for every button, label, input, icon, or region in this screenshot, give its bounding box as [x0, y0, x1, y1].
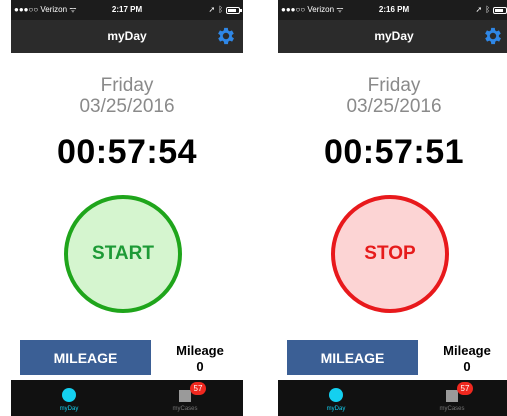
- date-label: 03/25/2016: [346, 96, 442, 117]
- tab-myday[interactable]: myDay: [278, 380, 394, 416]
- phone-screen-stop: ●●●○○ Verizon ᯤ 2:16 PM ➚ ᛒ myDay Friday…: [278, 0, 507, 416]
- nav-bar: myDay: [278, 20, 507, 53]
- mileage-button-label: MILEAGE: [53, 349, 118, 366]
- mileage-label: Mileage: [176, 343, 224, 358]
- status-indicators: ➚ ᛒ: [208, 0, 242, 20]
- mileage-button[interactable]: MILEAGE: [20, 340, 151, 375]
- location-icon: ➚: [208, 5, 216, 14]
- bluetooth-icon: ᛒ: [218, 5, 223, 14]
- notification-badge: 57: [457, 382, 473, 395]
- status-bar: ●●●○○ Verizon ᯤ 2:17 PM ➚ ᛒ: [11, 0, 243, 20]
- location-icon: ➚: [475, 5, 483, 14]
- elapsed-timer: 00:57:54: [56, 133, 198, 171]
- nav-bar: myDay: [11, 20, 243, 53]
- mileage-button-label: MILEAGE: [320, 349, 385, 366]
- tab-myday[interactable]: myDay: [11, 380, 127, 416]
- elapsed-timer: 00:57:51: [323, 133, 465, 171]
- weekday-label: Friday: [100, 75, 154, 96]
- square-icon: [446, 390, 458, 402]
- tab-label: myCases: [439, 406, 465, 412]
- date-label: 03/25/2016: [79, 96, 175, 117]
- tab-bar: myDay 57 myCases: [11, 380, 243, 416]
- nav-title: myDay: [374, 29, 414, 43]
- mileage-value: 0: [196, 359, 204, 374]
- stop-button-label: STOP: [364, 243, 416, 264]
- tab-bar: myDay 57 myCases: [278, 380, 507, 416]
- status-indicators: ➚ ᛒ: [475, 0, 507, 20]
- tab-label: myCases: [172, 406, 198, 412]
- mileage-value: 0: [463, 359, 471, 374]
- weekday-label: Friday: [367, 75, 421, 96]
- status-bar: ●●●○○ Verizon ᯤ 2:16 PM ➚ ᛒ: [278, 0, 507, 20]
- mileage-button[interactable]: MILEAGE: [287, 340, 418, 375]
- circle-icon: [329, 388, 343, 402]
- notification-badge: 57: [190, 382, 206, 395]
- battery-icon: [226, 6, 242, 14]
- square-icon: [179, 390, 191, 402]
- circle-icon: [62, 388, 76, 402]
- gear-icon[interactable]: [482, 25, 504, 47]
- bluetooth-icon: ᛒ: [485, 5, 490, 14]
- start-button-label: START: [92, 243, 154, 264]
- start-button[interactable]: START: [64, 195, 182, 313]
- tab-label: myDay: [59, 406, 79, 412]
- mileage-label: Mileage: [443, 343, 491, 358]
- status-time: 2:16 PM: [378, 5, 410, 14]
- tab-label: myDay: [326, 406, 346, 412]
- gear-icon[interactable]: [215, 25, 237, 47]
- tab-mycases[interactable]: 57 myCases: [127, 380, 243, 416]
- phone-screen-start: ●●●○○ Verizon ᯤ 2:17 PM ➚ ᛒ myDay Friday…: [11, 0, 243, 416]
- nav-title: myDay: [107, 29, 147, 43]
- stop-button[interactable]: STOP: [331, 195, 449, 313]
- tab-mycases[interactable]: 57 myCases: [394, 380, 507, 416]
- battery-icon: [493, 6, 507, 14]
